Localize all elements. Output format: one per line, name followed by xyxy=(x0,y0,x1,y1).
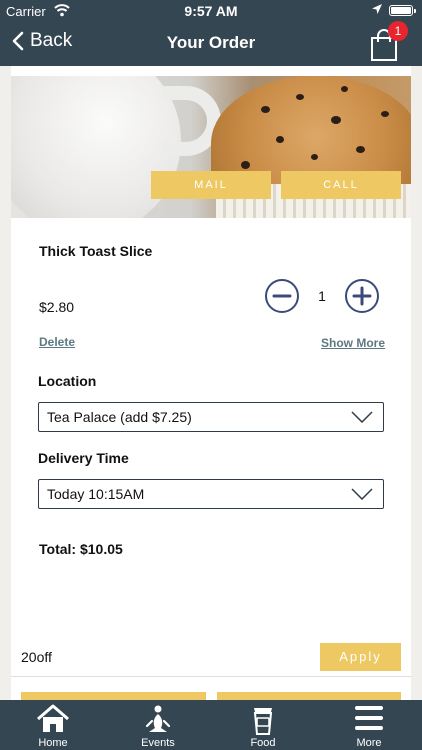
increase-quantity-button[interactable] xyxy=(345,279,379,313)
decrease-quantity-button[interactable] xyxy=(265,279,299,313)
location-label: Location xyxy=(38,373,97,389)
call-button[interactable]: CALL xyxy=(281,171,401,199)
order-card: MAIL CALL Thick Toast Slice $2.80 1 Dele… xyxy=(11,66,411,700)
item-name: Thick Toast Slice xyxy=(39,243,153,259)
delivery-time-select[interactable]: Today 10:15AM xyxy=(38,479,384,509)
coupon-input[interactable]: 20off xyxy=(21,649,52,665)
footer-button-left[interactable] xyxy=(21,692,206,700)
location-value: Tea Palace (add $7.25) xyxy=(47,409,192,425)
delivery-time-value: Today 10:15AM xyxy=(47,486,145,502)
tab-more-label: More xyxy=(356,737,382,749)
tab-food[interactable]: Food xyxy=(221,700,305,750)
cart-count-badge: 1 xyxy=(388,21,408,41)
chevron-down-icon xyxy=(351,488,373,500)
plus-icon xyxy=(352,286,372,306)
tab-home[interactable]: Home xyxy=(11,700,95,750)
coupon-row: 20off Apply xyxy=(11,633,411,677)
tab-home-label: Home xyxy=(38,737,68,749)
meditation-icon xyxy=(145,705,171,732)
cart-button[interactable]: 1 xyxy=(366,21,408,66)
delete-link[interactable]: Delete xyxy=(39,335,75,349)
tab-food-label: Food xyxy=(250,737,276,749)
tab-events[interactable]: Events xyxy=(116,700,200,750)
minus-icon xyxy=(272,294,292,298)
apply-coupon-button[interactable]: Apply xyxy=(320,643,401,671)
tab-bar: Home Events Food More xyxy=(0,700,422,750)
location-arrow-icon xyxy=(371,3,383,18)
tab-events-label: Events xyxy=(141,737,175,749)
chevron-down-icon xyxy=(351,411,373,423)
battery-icon xyxy=(389,5,416,16)
item-price: $2.80 xyxy=(39,299,75,315)
coffee-cup-icon xyxy=(253,708,273,735)
clock: 9:57 AM xyxy=(184,3,238,19)
show-more-link[interactable]: Show More xyxy=(321,336,385,350)
delivery-time-label: Delivery Time xyxy=(38,450,129,466)
order-total: Total: $10.05 xyxy=(39,541,123,557)
quantity-value: 1 xyxy=(318,288,326,304)
menu-icon xyxy=(355,706,383,730)
footer-button-right[interactable] xyxy=(217,692,401,700)
location-select[interactable]: Tea Palace (add $7.25) xyxy=(38,402,384,432)
mail-button[interactable]: MAIL xyxy=(151,171,271,199)
tab-more[interactable]: More xyxy=(327,700,411,750)
page-title: Your Order xyxy=(166,33,256,52)
home-icon xyxy=(37,704,69,732)
app-header: Carrier 9:57 AM Back Your Order 1 xyxy=(0,0,422,66)
status-bar: Carrier 9:57 AM xyxy=(0,0,422,22)
